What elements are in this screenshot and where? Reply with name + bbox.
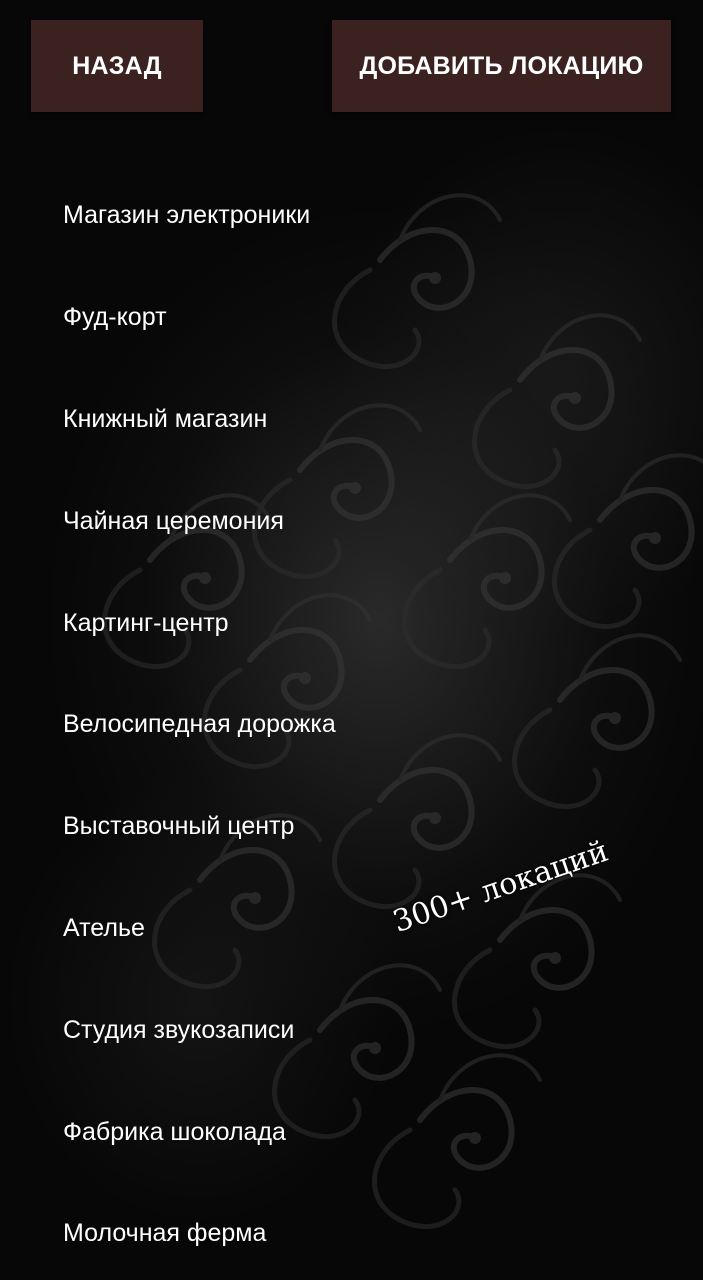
add-location-button[interactable]: ДОБАВИТЬ ЛОКАЦИЮ — [332, 20, 671, 112]
location-item[interactable]: Ателье — [0, 878, 703, 980]
locations-screen: НАЗАД ДОБАВИТЬ ЛОКАЦИЮ Магазин электрони… — [0, 0, 703, 1280]
location-item[interactable]: Молочная ферма — [0, 1183, 703, 1280]
location-item[interactable]: Книжный магазин — [0, 369, 703, 471]
top-bar: НАЗАД ДОБАВИТЬ ЛОКАЦИЮ — [0, 0, 703, 130]
locations-list: Магазин электроники Фуд-корт Книжный маг… — [0, 165, 703, 1280]
location-item[interactable]: Картинг-центр — [0, 572, 703, 674]
location-item[interactable]: Фуд-корт — [0, 267, 703, 369]
back-button[interactable]: НАЗАД — [31, 20, 203, 112]
location-item[interactable]: Чайная церемония — [0, 470, 703, 572]
location-item[interactable]: Магазин электроники — [0, 165, 703, 267]
location-item[interactable]: Фабрика шоколада — [0, 1081, 703, 1183]
location-item[interactable]: Студия звукозаписи — [0, 979, 703, 1081]
location-item[interactable]: Велосипедная дорожка — [0, 674, 703, 776]
